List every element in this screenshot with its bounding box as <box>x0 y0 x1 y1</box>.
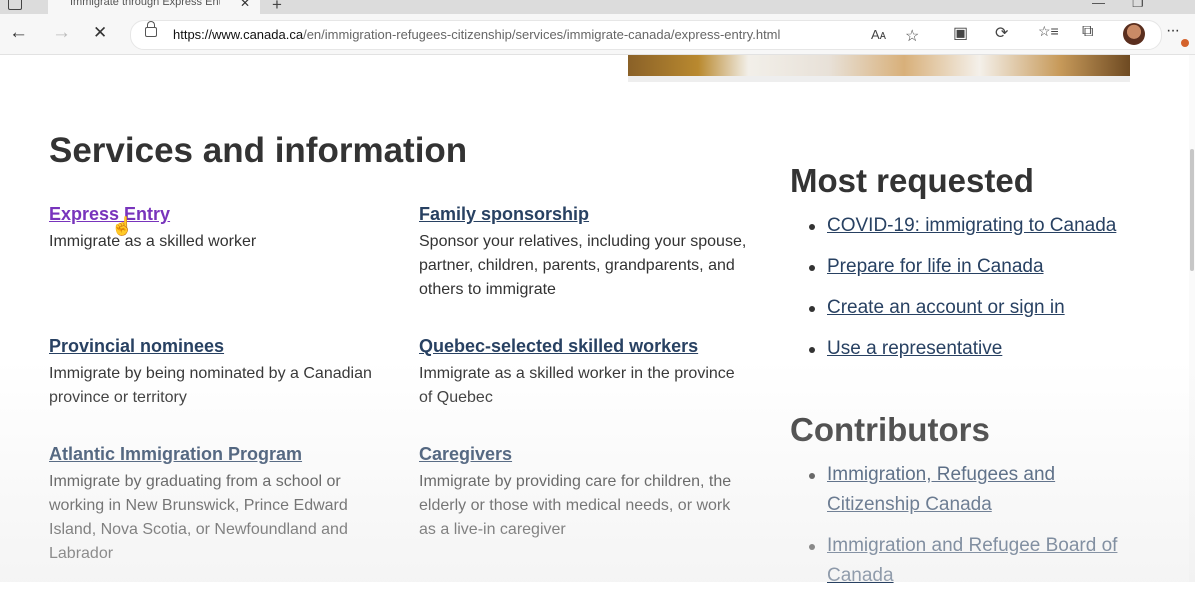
service-provincial-nominees: Provincial nominees Immigrate by being n… <box>49 335 379 410</box>
url-text[interactable]: https://www.canada.ca/en/immigration-ref… <box>173 27 780 42</box>
extension-icon[interactable]: ▣ <box>953 23 968 43</box>
tab-close-icon[interactable]: ✕ <box>240 0 250 10</box>
lock-icon[interactable] <box>145 21 157 37</box>
most-requested-link-representative[interactable]: Use a representative <box>827 338 1002 359</box>
favorite-star-icon[interactable]: ☆ <box>905 26 919 46</box>
contributor-link-irb[interactable]: Immigration and Refugee Board of Canada <box>827 535 1117 586</box>
new-tab-button[interactable]: + <box>272 0 282 14</box>
contributors-heading: Contributors <box>790 411 990 448</box>
read-aloud-icon[interactable]: Aᴀ <box>871 27 886 42</box>
tab-title: Immigrate through Express Entry <box>70 0 220 8</box>
list-item: Immigration, Refugees and Citizenship Ca… <box>805 460 1145 520</box>
family-sponsorship-desc: Sponsor your relatives, including your s… <box>419 233 747 298</box>
services-heading: Services and information <box>49 131 468 170</box>
tab-strip: Immigrate through Express Entry ✕ + — ❐ <box>0 0 1195 14</box>
url-path: /en/immigration-refugees-citizenship/ser… <box>303 27 781 42</box>
service-atlantic-immigration: Atlantic Immigration Program Immigrate b… <box>49 443 379 566</box>
maximize-button[interactable]: ❐ <box>1132 0 1144 11</box>
most-requested-link-covid[interactable]: COVID-19: immigrating to Canada <box>827 215 1116 236</box>
contributors-list: Immigration, Refugees and Citizenship Ca… <box>805 460 1145 591</box>
tab-actions-icon[interactable] <box>8 0 22 10</box>
contributor-link-ircc[interactable]: Immigration, Refugees and Citizenship Ca… <box>827 464 1055 515</box>
scrollbar[interactable] <box>1189 55 1195 582</box>
quebec-skilled-workers-desc: Immigrate as a skilled worker in the pro… <box>419 365 735 406</box>
service-family-sponsorship: Family sponsorship Sponsor your relative… <box>419 203 749 302</box>
express-entry-desc: Immigrate as a skilled worker <box>49 233 257 250</box>
forward-button[interactable]: → <box>52 22 71 44</box>
list-item: Prepare for life in Canada <box>805 252 1145 282</box>
list-item: Use a representative <box>805 334 1145 364</box>
minimize-button[interactable]: — <box>1092 0 1105 10</box>
url-host: https://www.canada.ca <box>173 27 304 42</box>
family-sponsorship-link[interactable]: Family sponsorship <box>419 203 749 225</box>
most-requested-link-prepare[interactable]: Prepare for life in Canada <box>827 256 1044 277</box>
profile-avatar[interactable] <box>1123 23 1145 45</box>
refresh-extension-icon[interactable]: ⟳ <box>995 23 1008 43</box>
service-caregivers: Caregivers Immigrate by providing care f… <box>419 443 749 542</box>
atlantic-immigration-link[interactable]: Atlantic Immigration Program <box>49 443 379 465</box>
provincial-nominees-desc: Immigrate by being nominated by a Canadi… <box>49 365 372 406</box>
browser-toolbar: ← → ✕ https://www.canada.ca/en/immigrati… <box>0 14 1195 55</box>
caregivers-link[interactable]: Caregivers <box>419 443 749 465</box>
hero-image <box>628 55 1130 82</box>
scrollbar-thumb[interactable] <box>1190 149 1194 271</box>
list-item: COVID-19: immigrating to Canada <box>805 211 1145 241</box>
collections-icon[interactable]: ⧉ <box>1082 23 1093 41</box>
hand-cursor-icon: ☝ <box>111 216 134 236</box>
atlantic-immigration-desc: Immigrate by graduating from a school or… <box>49 473 348 562</box>
tab-active[interactable]: Immigrate through Express Entry ✕ <box>48 0 260 14</box>
quebec-skilled-workers-link[interactable]: Quebec-selected skilled workers <box>419 335 749 357</box>
service-express-entry: Express Entry Immigrate as a skilled wor… <box>49 203 379 254</box>
stop-button[interactable]: ✕ <box>93 23 107 43</box>
service-quebec-skilled-workers: Quebec-selected skilled workers Immigrat… <box>419 335 749 410</box>
list-item: Immigration and Refugee Board of Canada <box>805 531 1145 591</box>
most-requested-heading: Most requested <box>790 162 1034 199</box>
most-requested-list: COVID-19: immigrating to Canada Prepare … <box>805 211 1145 364</box>
favorites-icon[interactable]: ☆≡ <box>1038 23 1059 40</box>
more-options-icon[interactable]: ··· <box>1166 22 1180 40</box>
list-item: Create an account or sign in <box>805 293 1145 323</box>
most-requested-link-account[interactable]: Create an account or sign in <box>827 297 1065 318</box>
notification-dot <box>1181 39 1189 47</box>
back-button[interactable]: ← <box>9 22 28 44</box>
caregivers-desc: Immigrate by providing care for children… <box>419 473 732 538</box>
provincial-nominees-link[interactable]: Provincial nominees <box>49 335 379 357</box>
express-entry-link[interactable]: Express Entry <box>49 203 379 225</box>
